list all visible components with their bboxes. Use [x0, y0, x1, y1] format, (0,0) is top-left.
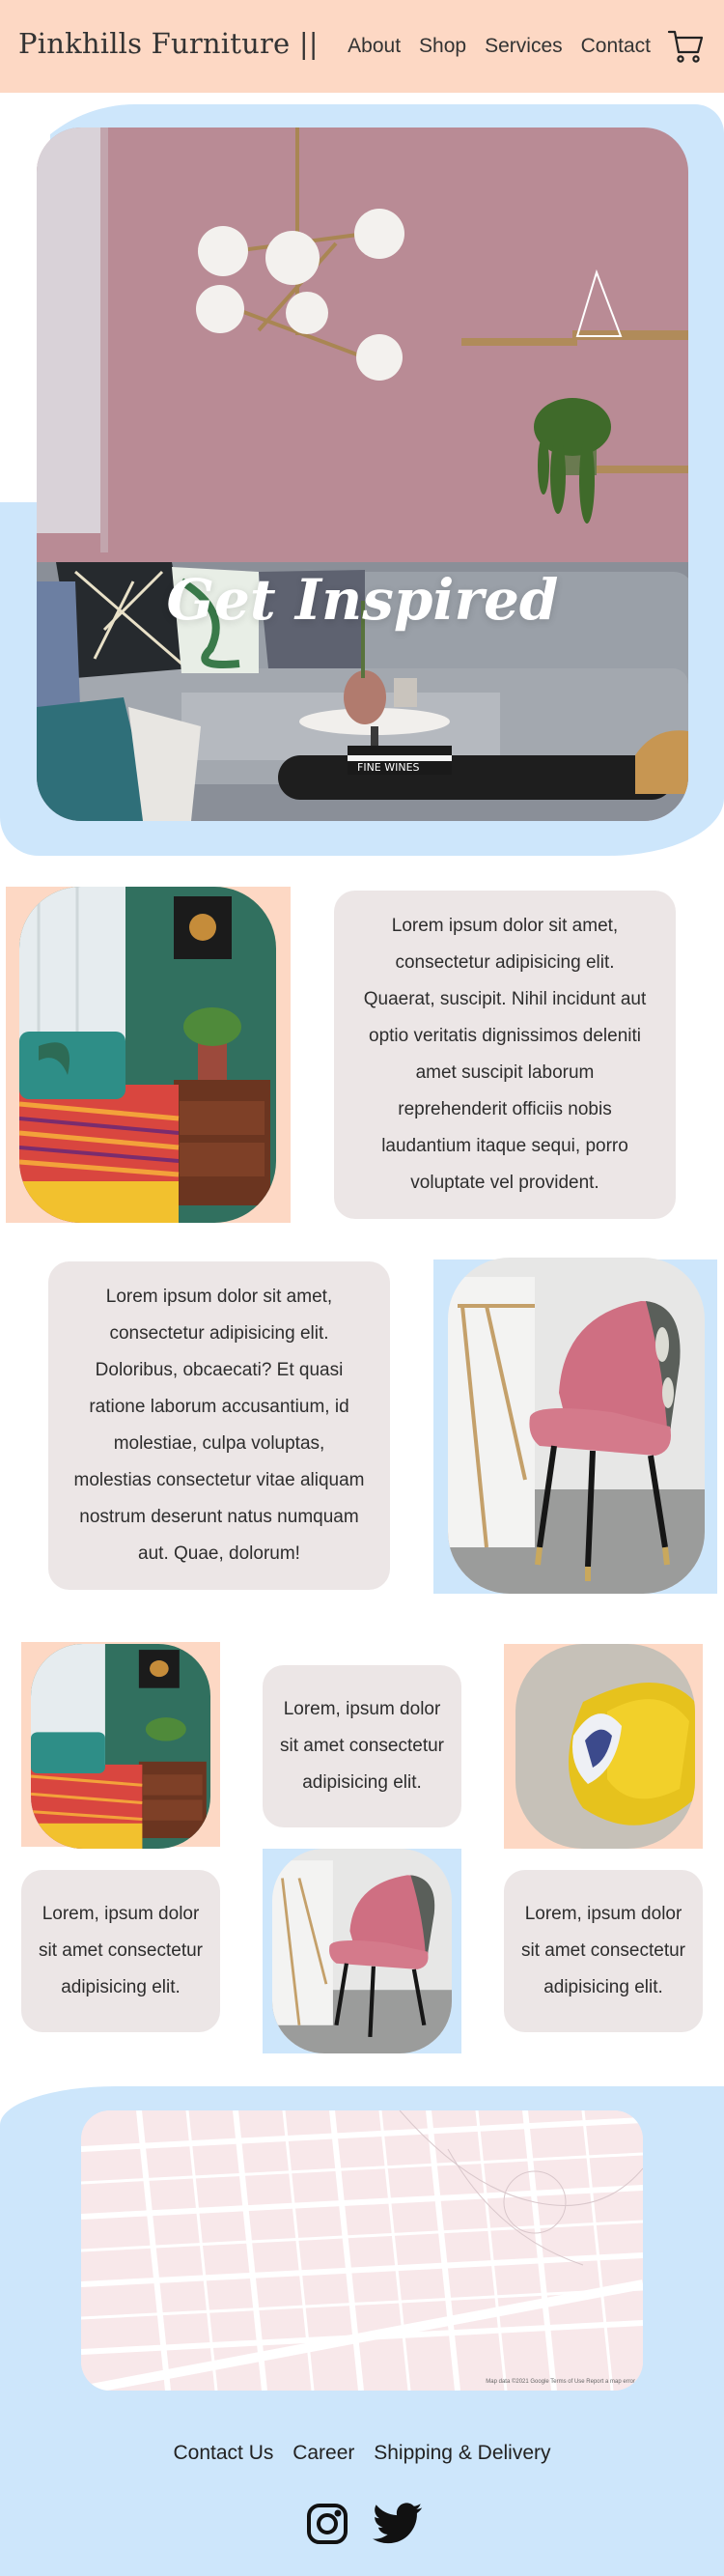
- svg-text:FINE WINES: FINE WINES: [357, 761, 420, 774]
- footer-links: Contact Us Career Shipping & Delivery: [0, 2442, 724, 2465]
- grid-text-bottom-right: Lorem, ipsum dolor sit amet consectetur …: [520, 1904, 686, 1997]
- twitter-icon[interactable]: [373, 2502, 423, 2546]
- grid-text-card-top: Lorem, ipsum dolor sit amet consectetur …: [263, 1665, 461, 1827]
- location-map[interactable]: Map data ©2021 Google Terms of Use Repor…: [81, 2110, 643, 2391]
- about-text-2: Lorem ipsum dolor sit amet, consectetur …: [73, 1287, 365, 1564]
- bedroom-photo: [19, 887, 276, 1223]
- grid-bedroom-photo: [31, 1644, 210, 1849]
- about-text-card-1: Lorem ipsum dolor sit amet, consectetur …: [334, 891, 676, 1219]
- grid-pink-chair-photo: [272, 1849, 452, 2053]
- nav-contact[interactable]: Contact: [581, 35, 651, 58]
- grid-text-top: Lorem, ipsum dolor sit amet consectetur …: [279, 1699, 445, 1793]
- nav-services[interactable]: Services: [485, 35, 563, 58]
- footer-link-shipping[interactable]: Shipping & Delivery: [374, 2442, 550, 2464]
- nav-shop[interactable]: Shop: [419, 35, 466, 58]
- brand-logo[interactable]: Pinkhills Furniture ||: [18, 27, 319, 60]
- footer-link-career[interactable]: Career: [292, 2442, 354, 2464]
- about-text-1: Lorem ipsum dolor sit amet, consectetur …: [363, 916, 647, 1193]
- cart-icon[interactable]: [666, 27, 705, 66]
- grid-text-card-bottom-right: Lorem, ipsum dolor sit amet consectetur …: [504, 1870, 703, 2032]
- map-attribution[interactable]: Map data ©2021 Google Terms of Use Repor…: [486, 2379, 635, 2385]
- hero-title: Get Inspired: [166, 567, 559, 633]
- footer-link-contact[interactable]: Contact Us: [173, 2442, 273, 2464]
- pink-chair-photo: [448, 1258, 705, 1594]
- grid-text-bottom-left: Lorem, ipsum dolor sit amet consectetur …: [38, 1904, 204, 1997]
- hero-image: FINE WINES Get Inspired: [37, 127, 688, 821]
- instagram-icon[interactable]: [305, 2502, 349, 2546]
- nav-about[interactable]: About: [348, 35, 401, 58]
- about-text-card-2: Lorem ipsum dolor sit amet, consectetur …: [48, 1261, 390, 1590]
- site-header: Pinkhills Furniture || About Shop Servic…: [0, 0, 724, 93]
- grid-yellow-chair-photo: [515, 1644, 695, 1849]
- main-nav: About Shop Services Contact: [329, 35, 651, 58]
- grid-text-card-bottom-left: Lorem, ipsum dolor sit amet consectetur …: [21, 1870, 220, 2032]
